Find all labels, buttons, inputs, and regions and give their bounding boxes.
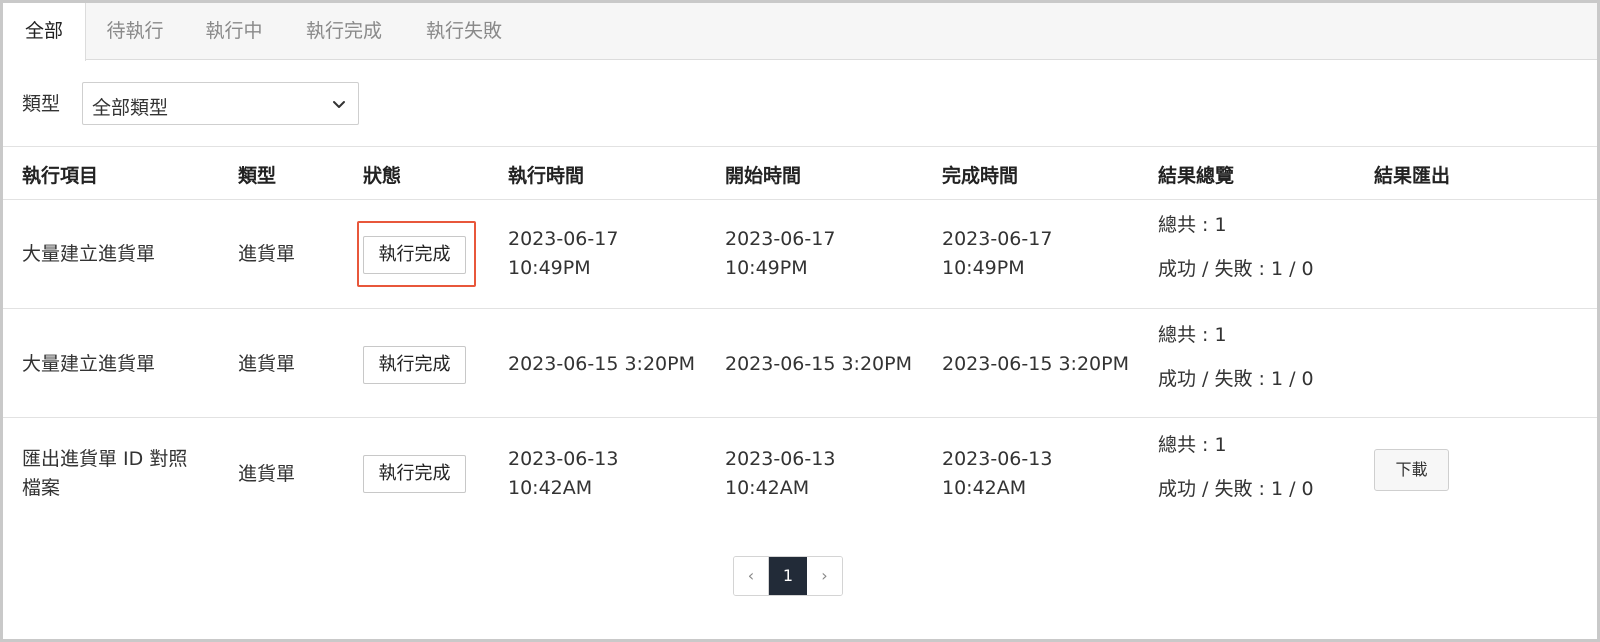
header-type: 類型 bbox=[238, 165, 277, 187]
row-3-exec-time: 2023-06-13 10:42AM bbox=[508, 445, 618, 503]
exec-clock: 10:42AM bbox=[508, 477, 593, 499]
row-3-summary-result: 成功 / 失敗 : 1 / 0 bbox=[1158, 478, 1314, 500]
tab-completed[interactable]: 執行完成 bbox=[284, 3, 404, 60]
row-3-end-time: 2023-06-13 10:42AM bbox=[942, 445, 1052, 503]
end-date: 2023-06-17 bbox=[942, 228, 1053, 250]
row-1-summary-result: 成功 / 失敗 : 1 / 0 bbox=[1158, 258, 1314, 280]
row-1-summary-total: 總共 : 1 bbox=[1158, 214, 1227, 236]
tab-running[interactable]: 執行中 bbox=[184, 3, 284, 60]
status-tabs: 全部 待執行 執行中 執行完成 執行失敗 bbox=[3, 3, 1597, 61]
header-summary: 結果總覽 bbox=[1158, 165, 1235, 187]
header-exec-time: 執行時間 bbox=[508, 165, 585, 187]
exec-date: 2023-06-13 bbox=[508, 448, 619, 470]
row-1-end-time: 2023-06-17 10:49PM bbox=[942, 225, 1052, 283]
row-2-summary-result: 成功 / 失敗 : 1 / 0 bbox=[1158, 368, 1314, 390]
row-2-type: 進貨單 bbox=[238, 353, 296, 375]
row-2-item: 大量建立進貨單 bbox=[22, 353, 156, 375]
row-3-type: 進貨單 bbox=[238, 463, 296, 485]
row-2-start-time: 2023-06-15 3:20PM bbox=[725, 353, 912, 375]
exec-date: 2023-06-17 bbox=[508, 228, 619, 250]
chevron-down-icon bbox=[333, 101, 345, 108]
header-start-time: 開始時間 bbox=[725, 165, 802, 187]
row-3-item: 匯出進貨單 ID 對照 檔案 bbox=[22, 445, 187, 503]
row-1-exec-time: 2023-06-17 10:49PM bbox=[508, 225, 618, 283]
tab-pending[interactable]: 待執行 bbox=[86, 3, 184, 60]
row-3-status-button[interactable]: 執行完成 bbox=[363, 455, 466, 493]
header-status: 狀態 bbox=[363, 165, 402, 187]
row-2-exec-time: 2023-06-15 3:20PM bbox=[508, 353, 695, 375]
page-1-button[interactable]: 1 bbox=[769, 557, 807, 595]
start-date: 2023-06-13 bbox=[725, 448, 836, 470]
divider bbox=[3, 146, 1597, 147]
item-line: 匯出進貨單 ID 對照 bbox=[22, 448, 188, 470]
row-1-start-time: 2023-06-17 10:49PM bbox=[725, 225, 835, 283]
tab-failed[interactable]: 執行失敗 bbox=[404, 3, 524, 60]
row-2-status-button[interactable]: 執行完成 bbox=[363, 346, 466, 384]
divider bbox=[3, 417, 1597, 418]
type-select[interactable]: 全部類型 bbox=[82, 82, 359, 125]
row-2-summary-total: 總共 : 1 bbox=[1158, 324, 1227, 346]
exec-clock: 10:49PM bbox=[508, 257, 591, 279]
divider bbox=[3, 308, 1597, 309]
row-1-status-button[interactable]: 執行完成 bbox=[363, 236, 466, 274]
row-3-start-time: 2023-06-13 10:42AM bbox=[725, 445, 835, 503]
type-filter-label: 類型 bbox=[22, 93, 61, 115]
end-clock: 10:42AM bbox=[942, 477, 1027, 499]
end-date: 2023-06-13 bbox=[942, 448, 1053, 470]
header-export: 結果匯出 bbox=[1374, 165, 1451, 187]
item-line: 檔案 bbox=[22, 477, 61, 499]
start-clock: 10:42AM bbox=[725, 477, 810, 499]
tab-all[interactable]: 全部 bbox=[3, 3, 86, 61]
next-page-button[interactable]: › bbox=[807, 557, 842, 595]
header-end-time: 完成時間 bbox=[942, 165, 1019, 187]
end-clock: 10:49PM bbox=[942, 257, 1025, 279]
start-clock: 10:49PM bbox=[725, 257, 808, 279]
pagination: ‹ 1 › bbox=[733, 556, 843, 596]
download-button[interactable]: 下載 bbox=[1374, 449, 1449, 491]
row-2-end-time: 2023-06-15 3:20PM bbox=[942, 353, 1129, 375]
header-item: 執行項目 bbox=[22, 165, 99, 187]
prev-page-button[interactable]: ‹ bbox=[734, 557, 769, 595]
row-1-type: 進貨單 bbox=[238, 243, 296, 265]
task-list-panel: 全部 待執行 執行中 執行完成 執行失敗 類型 全部類型 執行項目 類型 狀態 … bbox=[0, 0, 1600, 642]
divider bbox=[3, 199, 1597, 200]
type-select-value: 全部類型 bbox=[92, 97, 169, 119]
row-3-summary-total: 總共 : 1 bbox=[1158, 434, 1227, 456]
row-1-item: 大量建立進貨單 bbox=[22, 243, 156, 265]
start-date: 2023-06-17 bbox=[725, 228, 836, 250]
